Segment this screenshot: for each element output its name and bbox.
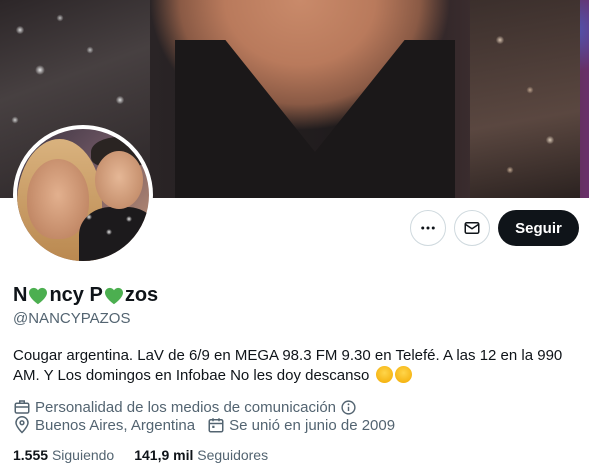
following-stat[interactable]: 1.555 Siguiendo [13,447,114,463]
joined-item: Se unió en junio de 2009 [207,416,395,434]
followers-count: 141,9 mil [134,447,194,463]
briefcase-icon [14,400,30,414]
avatar-shirt-b [79,207,149,261]
location-item: Buenos Aires, Argentina [13,416,195,434]
profile-avatar[interactable] [13,125,153,265]
more-button[interactable] [410,210,446,246]
message-button[interactable] [454,210,490,246]
following-label: Siguiendo [51,447,115,463]
profile-stats: 1.555 Siguiendo 141,9 mil Seguidores [13,447,288,463]
banner-sequin-right [470,0,580,198]
profile-meta-category: Personalidad de los medios de comunicaci… [13,398,373,416]
info-icon[interactable] [340,399,357,416]
following-count: 1.555 [13,447,49,463]
calendar-icon [208,418,224,433]
avatar-face-b [95,151,143,209]
profile-meta-details: Buenos Aires, Argentina Se unió en junio… [13,416,407,434]
laughing-emoji-icon [375,366,393,383]
display-name-part3: zos [124,284,159,306]
category-item[interactable]: Personalidad de los medios de comunicaci… [13,398,361,416]
location-pin-icon [15,416,29,434]
location-label: Buenos Aires, Argentina [35,416,196,434]
green-heart-icon [29,287,48,304]
profile-bio: Cougar argentina. LaV de 6/9 en MEGA 98.… [13,346,579,386]
display-name-part1: N [13,284,28,306]
bio-text: Cougar argentina. LaV de 6/9 en MEGA 98.… [13,347,563,384]
followers-label: Seguidores [197,447,269,463]
laughing-emoji-icon [394,366,412,383]
follow-button[interactable]: Seguir [498,210,579,246]
envelope-icon [464,222,480,234]
category-label: Personalidad de los medios de comunicaci… [35,398,337,416]
more-icon [421,226,435,230]
green-heart-icon [104,287,123,304]
followers-stat[interactable]: 141,9 mil Seguidores [134,447,268,463]
display-name: N ncy P zos [13,284,158,307]
display-name-part2: ncy P [49,284,103,306]
joined-label: Se unió en junio de 2009 [229,416,396,434]
profile-handle: @NANCYPAZOS [13,310,131,327]
